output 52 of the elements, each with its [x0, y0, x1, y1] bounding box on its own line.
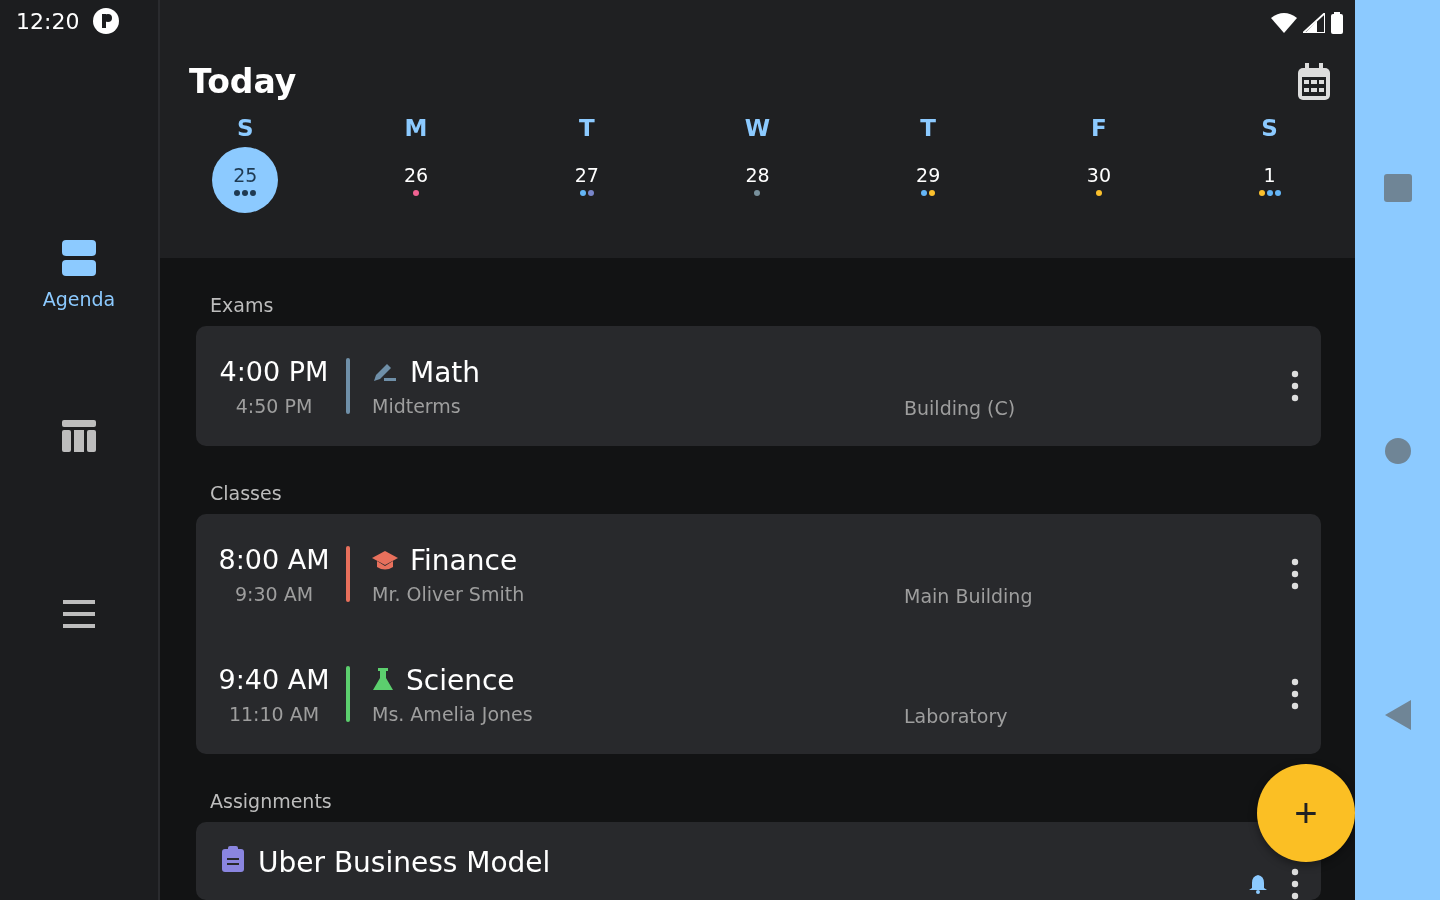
pencil-icon	[372, 361, 398, 383]
date-button[interactable]: 30	[1065, 147, 1132, 213]
rail-item[interactable]: Agenda	[42, 240, 116, 420]
event-subtitle: Mr. Oliver Smith	[372, 582, 526, 605]
section-title: Assignments	[210, 790, 332, 812]
start-time: 4:00 PM	[219, 355, 329, 387]
more-icon[interactable]	[1291, 868, 1299, 900]
flask-icon	[372, 668, 394, 692]
event-title: Math	[410, 355, 481, 389]
date-button[interactable]: 28	[724, 147, 791, 213]
start-time: 9:40 AM	[218, 663, 330, 695]
event-subtitle: Ms. Amelia Jones	[372, 702, 534, 725]
weekday-label: M	[404, 115, 428, 141]
event-location: Building (C)	[904, 397, 1017, 419]
signal-icon	[1303, 13, 1325, 33]
more-icon[interactable]	[1291, 558, 1299, 590]
table-icon	[62, 420, 96, 452]
weekday-label: F	[1091, 115, 1107, 141]
event-location: Main Building	[904, 585, 1034, 607]
weekday-label: W	[744, 115, 771, 141]
add-button[interactable]: +	[1257, 764, 1355, 862]
battery-icon	[1331, 12, 1343, 34]
menu-icon	[63, 600, 95, 628]
clock-time: 12:20	[16, 8, 80, 34]
start-time: 8:00 AM	[218, 543, 330, 575]
notification-icon	[93, 8, 120, 34]
event-title: Science	[406, 663, 515, 697]
more-icon[interactable]	[1291, 370, 1299, 402]
weekday-label: T	[578, 115, 595, 141]
event-location: Laboratory	[904, 705, 1009, 727]
date-button[interactable]: 25	[212, 147, 279, 213]
wifi-icon	[1271, 13, 1297, 33]
date-button[interactable]: 29	[895, 147, 962, 213]
event-subtitle: Midterms	[372, 394, 462, 417]
section-title: Exams	[210, 294, 274, 316]
graduation-cap-icon	[372, 549, 398, 571]
end-time: 9:30 AM	[234, 582, 314, 605]
date-button[interactable]: 1	[1236, 147, 1303, 213]
date-button[interactable]: 26	[383, 147, 450, 213]
weekday-label: S	[1261, 115, 1278, 141]
weekday-label: S	[237, 115, 254, 141]
weekday-label: T	[920, 115, 937, 141]
calendar-icon[interactable]	[1297, 62, 1331, 101]
page-title: Today	[189, 62, 297, 101]
section-title: Classes	[210, 482, 282, 504]
event-title: Finance	[410, 543, 518, 577]
assignment-title: Uber Business Model	[258, 846, 551, 879]
end-time: 4:50 PM	[235, 394, 313, 417]
agenda-icon	[62, 240, 96, 276]
end-time: 11:10 AM	[228, 702, 320, 725]
more-icon[interactable]	[1291, 678, 1299, 710]
date-button[interactable]: 27	[553, 147, 620, 213]
